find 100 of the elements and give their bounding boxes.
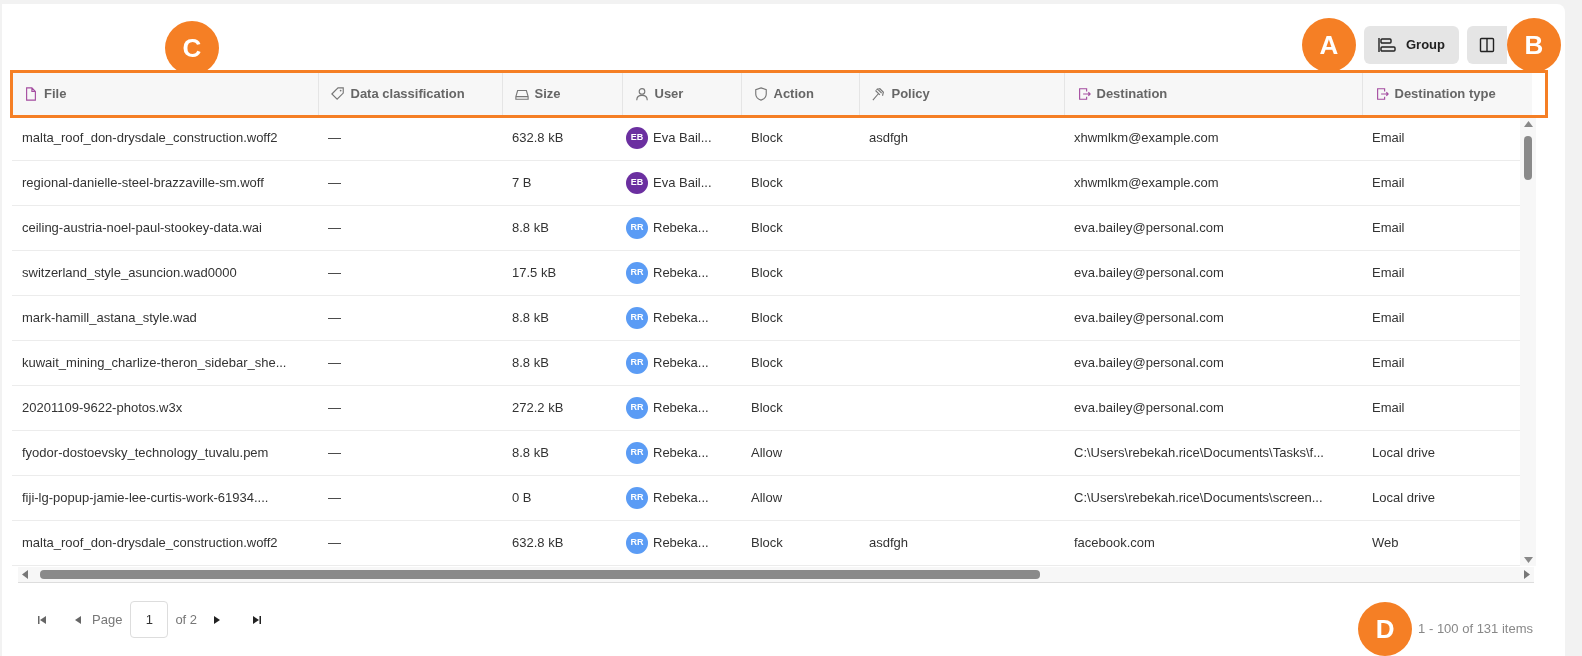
classification-value: — [328,219,341,235]
destination-value: xhwmlkm@example.com [1074,174,1219,190]
user-avatar: RR [626,441,648,464]
destination-value: eva.bailey@personal.com [1074,309,1224,325]
scroll-thumb[interactable] [40,570,1040,579]
first-page-icon [38,615,46,624]
last-page-icon [253,615,262,624]
action-value: Block [751,399,783,415]
callout-marker: A [1302,18,1356,72]
scroll-thumb[interactable] [1524,136,1532,180]
destination-value: eva.bailey@personal.com [1074,354,1224,370]
user-name: Rebeka... [653,398,709,417]
classification-value: — [328,534,341,550]
destination-value: C:\Users\rebekah.rice\Documents\Tasks\f... [1074,444,1324,460]
scroll-right-icon[interactable] [1524,570,1530,579]
page-number-field[interactable]: 1 [130,601,169,638]
file-size: 632.8 kB [512,534,564,550]
previous-page-icon [75,615,81,624]
file-name: fyodor-dostoevsky_technology_tuvalu.pem [22,444,269,460]
page-label: Page [92,610,123,629]
columns-button[interactable] [1467,26,1507,64]
action-value: Block [751,264,783,280]
file-name: ceiling-austria-noel-paul-stookey-data.wai [22,219,262,235]
file-size: 632.8 kB [512,129,564,145]
destination-value: C:\Users\rebekah.rice\Documents\screen... [1074,489,1323,505]
next-page-icon [214,615,221,624]
scroll-down-icon[interactable] [1523,557,1533,563]
classification-value: — [328,129,341,145]
classification-value: — [328,444,341,460]
policy-name: asdfgh [869,534,909,550]
classification-value: — [328,489,341,505]
action-value: Block [751,309,783,325]
column-header[interactable]: User [654,84,684,104]
action-value: Block [751,129,783,145]
destination-value: facebook.com [1074,534,1155,550]
file-size: 17.5 kB [512,264,557,280]
file-size: 8.8 kB [512,219,549,235]
destination-type: Local drive [1372,489,1435,505]
file-icon [24,86,38,101]
destination-type: Web [1372,534,1399,550]
destination-value: xhwmlkm@example.com [1074,129,1219,145]
user-name: Rebeka... [653,533,709,552]
action-value: Block [751,174,783,190]
exit-icon [1374,86,1389,101]
columns-icon [1479,37,1495,53]
file-size: 0 B [512,489,532,505]
destination-value: eva.bailey@personal.com [1074,264,1224,280]
file-name: mark-hamill_astana_style.wad [22,309,197,325]
file-name: switzerland_style_asuncion.wad0000 [22,264,237,280]
user-avatar: RR [626,261,648,284]
user-name: Rebeka... [653,218,709,237]
vertical-scrollbar[interactable] [1520,118,1536,566]
group-button[interactable]: Group [1364,26,1459,64]
column-header[interactable]: Policy [891,84,930,104]
user-name: Rebeka... [653,308,709,327]
file-name: regional-danielle-steel-brazzaville-sm.woff [22,174,264,190]
destination-type: Email [1372,264,1405,280]
column-header[interactable]: Size [534,84,561,104]
user-avatar: RR [626,531,648,554]
file-name: malta_roof_don-drysdale_construction.woff2 [22,129,278,145]
file-size: 8.8 kB [512,444,549,460]
classification-value: — [328,309,341,325]
column-header[interactable]: Action [773,84,814,104]
column-header[interactable]: Destination [1096,84,1168,104]
destination-type: Email [1372,354,1405,370]
scroll-up-icon[interactable] [1523,121,1533,127]
gavel-icon [871,86,886,101]
destination-value: eva.bailey@personal.com [1074,399,1224,415]
action-value: Block [751,534,783,550]
user-avatar: EB [626,126,648,149]
user-name: Rebeka... [653,263,709,282]
scroll-left-icon[interactable] [22,570,28,579]
user-avatar: RR [626,216,648,239]
file-name: 20201109-9622-photos.w3x [22,399,183,415]
classification-value: — [328,174,341,190]
file-size: 272.2 kB [512,399,564,415]
file-name: kuwait_mining_charlize-theron_sidebar_she... [22,354,287,370]
action-value: Block [751,354,783,370]
destination-type: Email [1372,309,1405,325]
user-name: Rebeka... [653,443,709,462]
policy-name: asdfgh [869,129,909,145]
destination-type: Email [1372,129,1405,145]
column-header[interactable]: File [44,84,67,104]
file-size: 8.8 kB [512,309,549,325]
user-avatar: RR [626,396,648,419]
user-avatar: EB [626,171,648,194]
destination-type: Email [1372,219,1405,235]
user-name: Rebeka... [653,353,709,372]
file-size: 8.8 kB [512,354,549,370]
classification-value: — [328,354,341,370]
user-avatar: RR [626,306,648,329]
file-size: 7 B [512,174,532,190]
classification-value: — [328,264,341,280]
group-icon [1378,37,1396,53]
user-avatar: RR [626,351,648,374]
callout-marker: B [1507,18,1561,72]
destination-type: Local drive [1372,444,1435,460]
action-value: Block [751,219,783,235]
item-count: 1 - 100 of 131 items [1418,620,1533,639]
user-icon [634,86,649,101]
